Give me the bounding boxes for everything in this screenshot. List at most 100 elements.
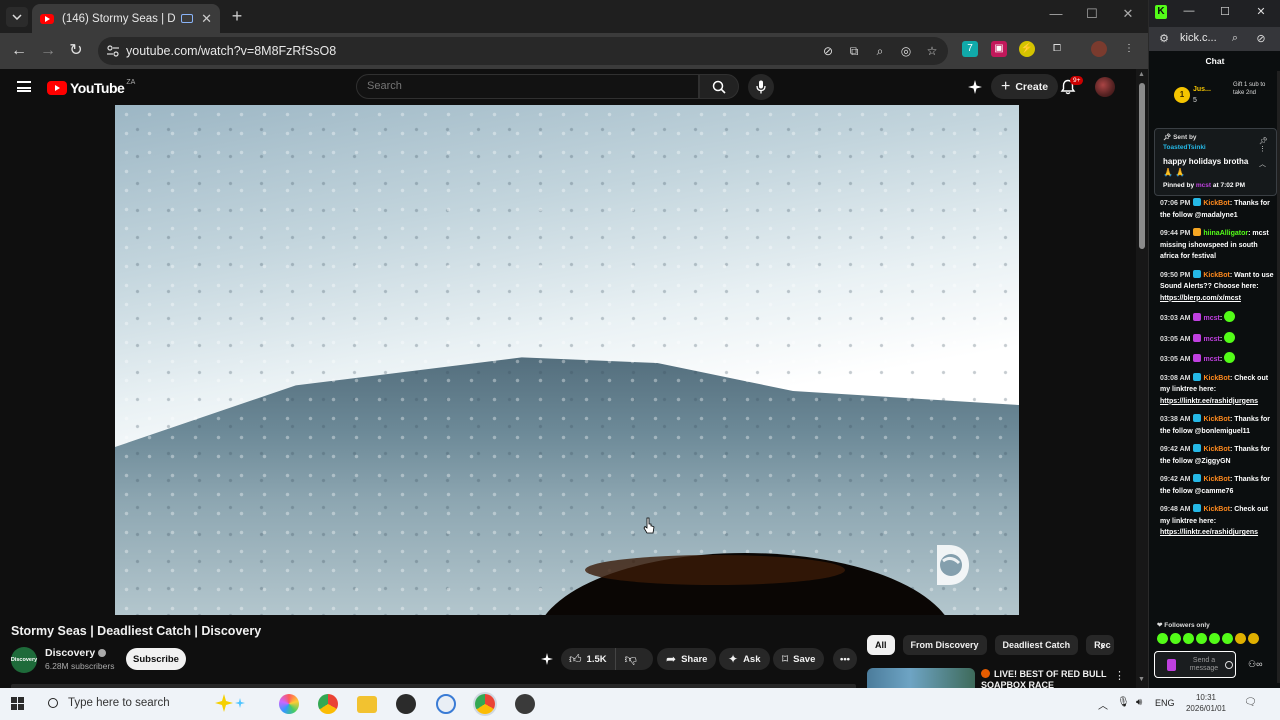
scroll-up-arrow-icon[interactable]: ▲	[1138, 71, 1145, 78]
chip-from-discovery[interactable]: From Discovery	[902, 635, 987, 655]
emote-2-icon[interactable]	[1170, 633, 1181, 644]
kick-site-info-icon[interactable]: ⚙	[1157, 32, 1171, 45]
share-button[interactable]: ➦ Share	[657, 648, 717, 670]
video-player[interactable]	[115, 105, 1019, 615]
chat-message[interactable]: 09:44 PM hiinaAlligator: mcst missing ish…	[1160, 228, 1277, 263]
hamburger-menu-icon[interactable]	[17, 81, 31, 92]
chat-message[interactable]: 09:42 AM KickBot: Thanks for the follow @…	[1160, 474, 1277, 497]
emote-4-icon[interactable]	[1196, 633, 1207, 644]
search-input[interactable]	[357, 75, 698, 97]
forward-button[interactable]: →	[38, 41, 58, 61]
taskbar-search[interactable]: Type here to search	[36, 688, 261, 720]
emoji-picker-icon[interactable]	[1225, 661, 1233, 669]
extensions-puzzle-icon[interactable]: ⧠	[1049, 41, 1065, 57]
chat-username[interactable]: KickBot	[1203, 200, 1229, 207]
reload-button[interactable]: ↻	[66, 41, 86, 61]
pinned-collapse-chevron-icon[interactable]: ︿	[1259, 161, 1266, 168]
chat-identity-icon[interactable]	[1167, 659, 1176, 671]
emote-1-icon[interactable]	[1157, 633, 1168, 644]
tab-close-icon[interactable]: ✕	[201, 11, 212, 27]
tray-microphone-icon[interactable]: 🎙︎	[1117, 697, 1130, 708]
browser-menu-icon[interactable]: ⋮	[1121, 41, 1137, 57]
chat-message[interactable]: 03:05 AM mcst:	[1160, 352, 1277, 366]
maximize-button[interactable]: ☐	[1082, 6, 1102, 22]
kick-address-bar[interactable]: ⚙ kick.c... ⌕ ⊘	[1149, 27, 1280, 51]
search-highlight-icon[interactable]	[214, 692, 250, 714]
tray-volume-icon[interactable]: 🔊︎	[1136, 697, 1142, 708]
pinned-by-user[interactable]: mcst	[1196, 182, 1211, 189]
dislike-button[interactable]: 👎︎	[616, 648, 646, 670]
chip-all[interactable]: All	[867, 635, 895, 655]
search-field[interactable]	[356, 74, 699, 99]
taskbar-chrome-profile-icon[interactable]	[475, 694, 495, 714]
chat-username[interactable]: mcst	[1203, 336, 1219, 343]
new-tab-button[interactable]: +	[228, 7, 246, 25]
taskbar-app-icon[interactable]	[515, 694, 535, 714]
taskbar-obs-icon[interactable]	[396, 694, 416, 714]
chat-username[interactable]: KickBot	[1203, 446, 1229, 453]
tracking-blocked-icon[interactable]: ◎	[898, 43, 914, 59]
site-info-icon[interactable]	[106, 44, 120, 58]
emote-5-icon[interactable]	[1209, 633, 1220, 644]
chat-message[interactable]: 03:38 AM KickBot: Thanks for the follow @…	[1160, 414, 1277, 437]
chat-username[interactable]: KickBot	[1203, 416, 1229, 423]
chat-username[interactable]: KickBot	[1203, 375, 1229, 382]
back-button[interactable]: ←	[9, 41, 29, 61]
kick-maximize-button[interactable]: ☐	[1217, 5, 1233, 18]
sparkle-settings-icon[interactable]	[967, 79, 983, 95]
install-app-icon[interactable]: ⧉	[846, 43, 862, 59]
emote-3-icon[interactable]	[1183, 633, 1194, 644]
pin-icon[interactable]: 📌︎	[1259, 138, 1268, 145]
tab-youtube[interactable]: (146) Stormy Seas | Deadlie ✕	[32, 4, 220, 33]
chip-deadliest-catch[interactable]: Deadliest Catch	[994, 635, 1079, 655]
recommended-video-thumbnail[interactable]	[867, 668, 975, 688]
scrollbar-thumb[interactable]	[1139, 83, 1145, 249]
chat-username[interactable]: KickBot	[1203, 506, 1229, 513]
chat-message-link[interactable]: https://linktr.ee/rashidjurgens	[1160, 398, 1258, 405]
chat-settings-icon[interactable]: ∞	[1256, 659, 1262, 669]
chat-username[interactable]: mcst	[1203, 315, 1219, 322]
kick-tracking-icon[interactable]: ⊘	[1254, 32, 1268, 45]
tab-search-button[interactable]	[6, 7, 28, 27]
page-scrollbar[interactable]: ▲ ▼	[1136, 69, 1148, 688]
taskbar-snipping-icon[interactable]	[436, 694, 456, 714]
account-avatar[interactable]	[1095, 77, 1115, 97]
address-bar[interactable]: youtube.com/watch?v=8M8FzRfSsO8 ⊘ ⧉ ⌕ ◎ …	[98, 37, 948, 65]
taskbar-copilot-icon[interactable]	[279, 694, 299, 714]
recommended-video-title[interactable]: LIVE! BEST OF RED BULL SOAPBOX RACE	[981, 669, 1116, 688]
camera-blocked-icon[interactable]: ⊘	[820, 43, 836, 59]
ai-sparkle-icon[interactable]	[540, 652, 554, 666]
start-button[interactable]	[11, 697, 24, 710]
voice-search-button[interactable]	[748, 74, 774, 100]
subscribe-button[interactable]: Subscribe	[126, 648, 186, 670]
taskbar-file-explorer-icon[interactable]	[357, 696, 377, 713]
close-window-button[interactable]: ✕	[1118, 6, 1138, 22]
extension-coin-icon[interactable]: ⚡	[1019, 41, 1035, 57]
channel-avatar[interactable]: Discovery	[11, 647, 37, 673]
save-button[interactable]: ⌑ Save	[773, 648, 825, 670]
zoom-icon[interactable]: ⌕	[872, 43, 888, 59]
emote-7-icon[interactable]	[1235, 633, 1246, 644]
more-actions-button[interactable]: •••	[833, 648, 857, 670]
ask-button[interactable]: ✦ Ask	[719, 648, 770, 670]
like-button[interactable]: 👍︎ 1.5K	[561, 648, 616, 670]
chat-users-icon[interactable]: ⚇	[1248, 659, 1256, 669]
emote-8-icon[interactable]	[1248, 633, 1259, 644]
chat-message-list[interactable]: 07:06 PM KickBot: Thanks for the follow @…	[1160, 198, 1277, 612]
create-button[interactable]: + Create	[991, 74, 1059, 99]
chat-username[interactable]: KickBot	[1203, 272, 1229, 279]
chat-input[interactable]: Send a message	[1154, 651, 1236, 678]
chat-message[interactable]: 09:50 PM KickBot: Want to use Sound Alert…	[1160, 269, 1277, 305]
taskbar-chrome-icon[interactable]	[318, 694, 338, 714]
kick-zoom-icon[interactable]: ⌕	[1228, 32, 1242, 45]
tray-overflow-chevron-icon[interactable]: ︿	[1098, 697, 1108, 712]
scroll-down-arrow-icon[interactable]: ▼	[1138, 676, 1145, 683]
emote-6-icon[interactable]	[1222, 633, 1233, 644]
minimize-button[interactable]: —	[1046, 6, 1066, 21]
chat-message-link[interactable]: https://linktr.ee/rashidjurgens	[1160, 529, 1258, 536]
search-button[interactable]	[699, 74, 739, 99]
taskbar-clock[interactable]: 10:31 2026/01/01	[1182, 692, 1230, 714]
pinned-more-icon[interactable]: ⋮	[1259, 146, 1266, 153]
profile-avatar-icon[interactable]	[1091, 41, 1107, 57]
chat-message[interactable]: 09:42 AM KickBot: Thanks for the follow @…	[1160, 444, 1277, 467]
